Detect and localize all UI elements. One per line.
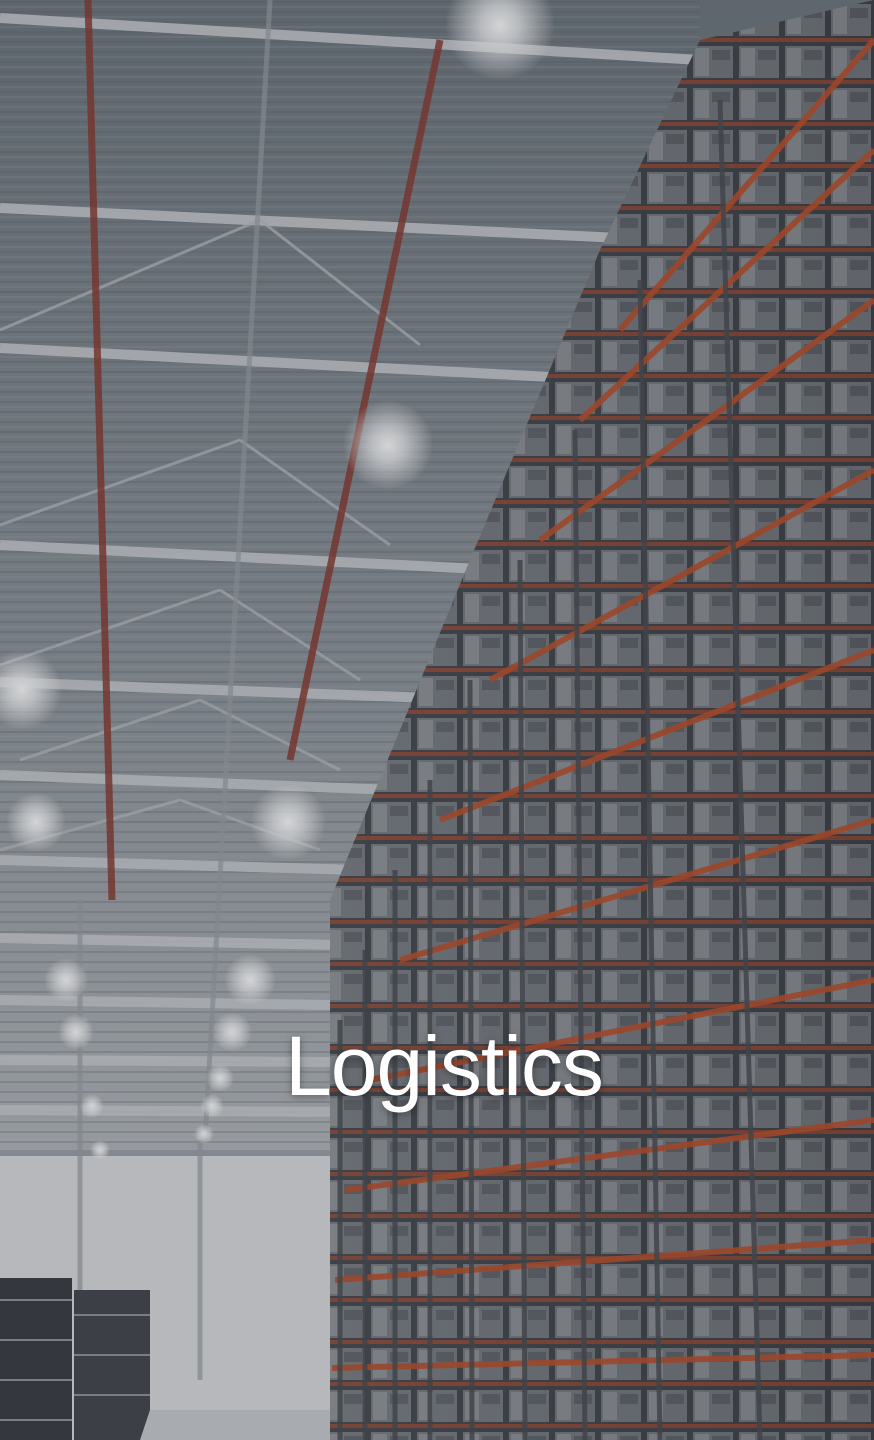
logistics-card[interactable]: Logistics	[0, 0, 874, 1440]
image-dim-overlay	[0, 0, 874, 1440]
card-title: Logistics	[285, 1019, 604, 1113]
